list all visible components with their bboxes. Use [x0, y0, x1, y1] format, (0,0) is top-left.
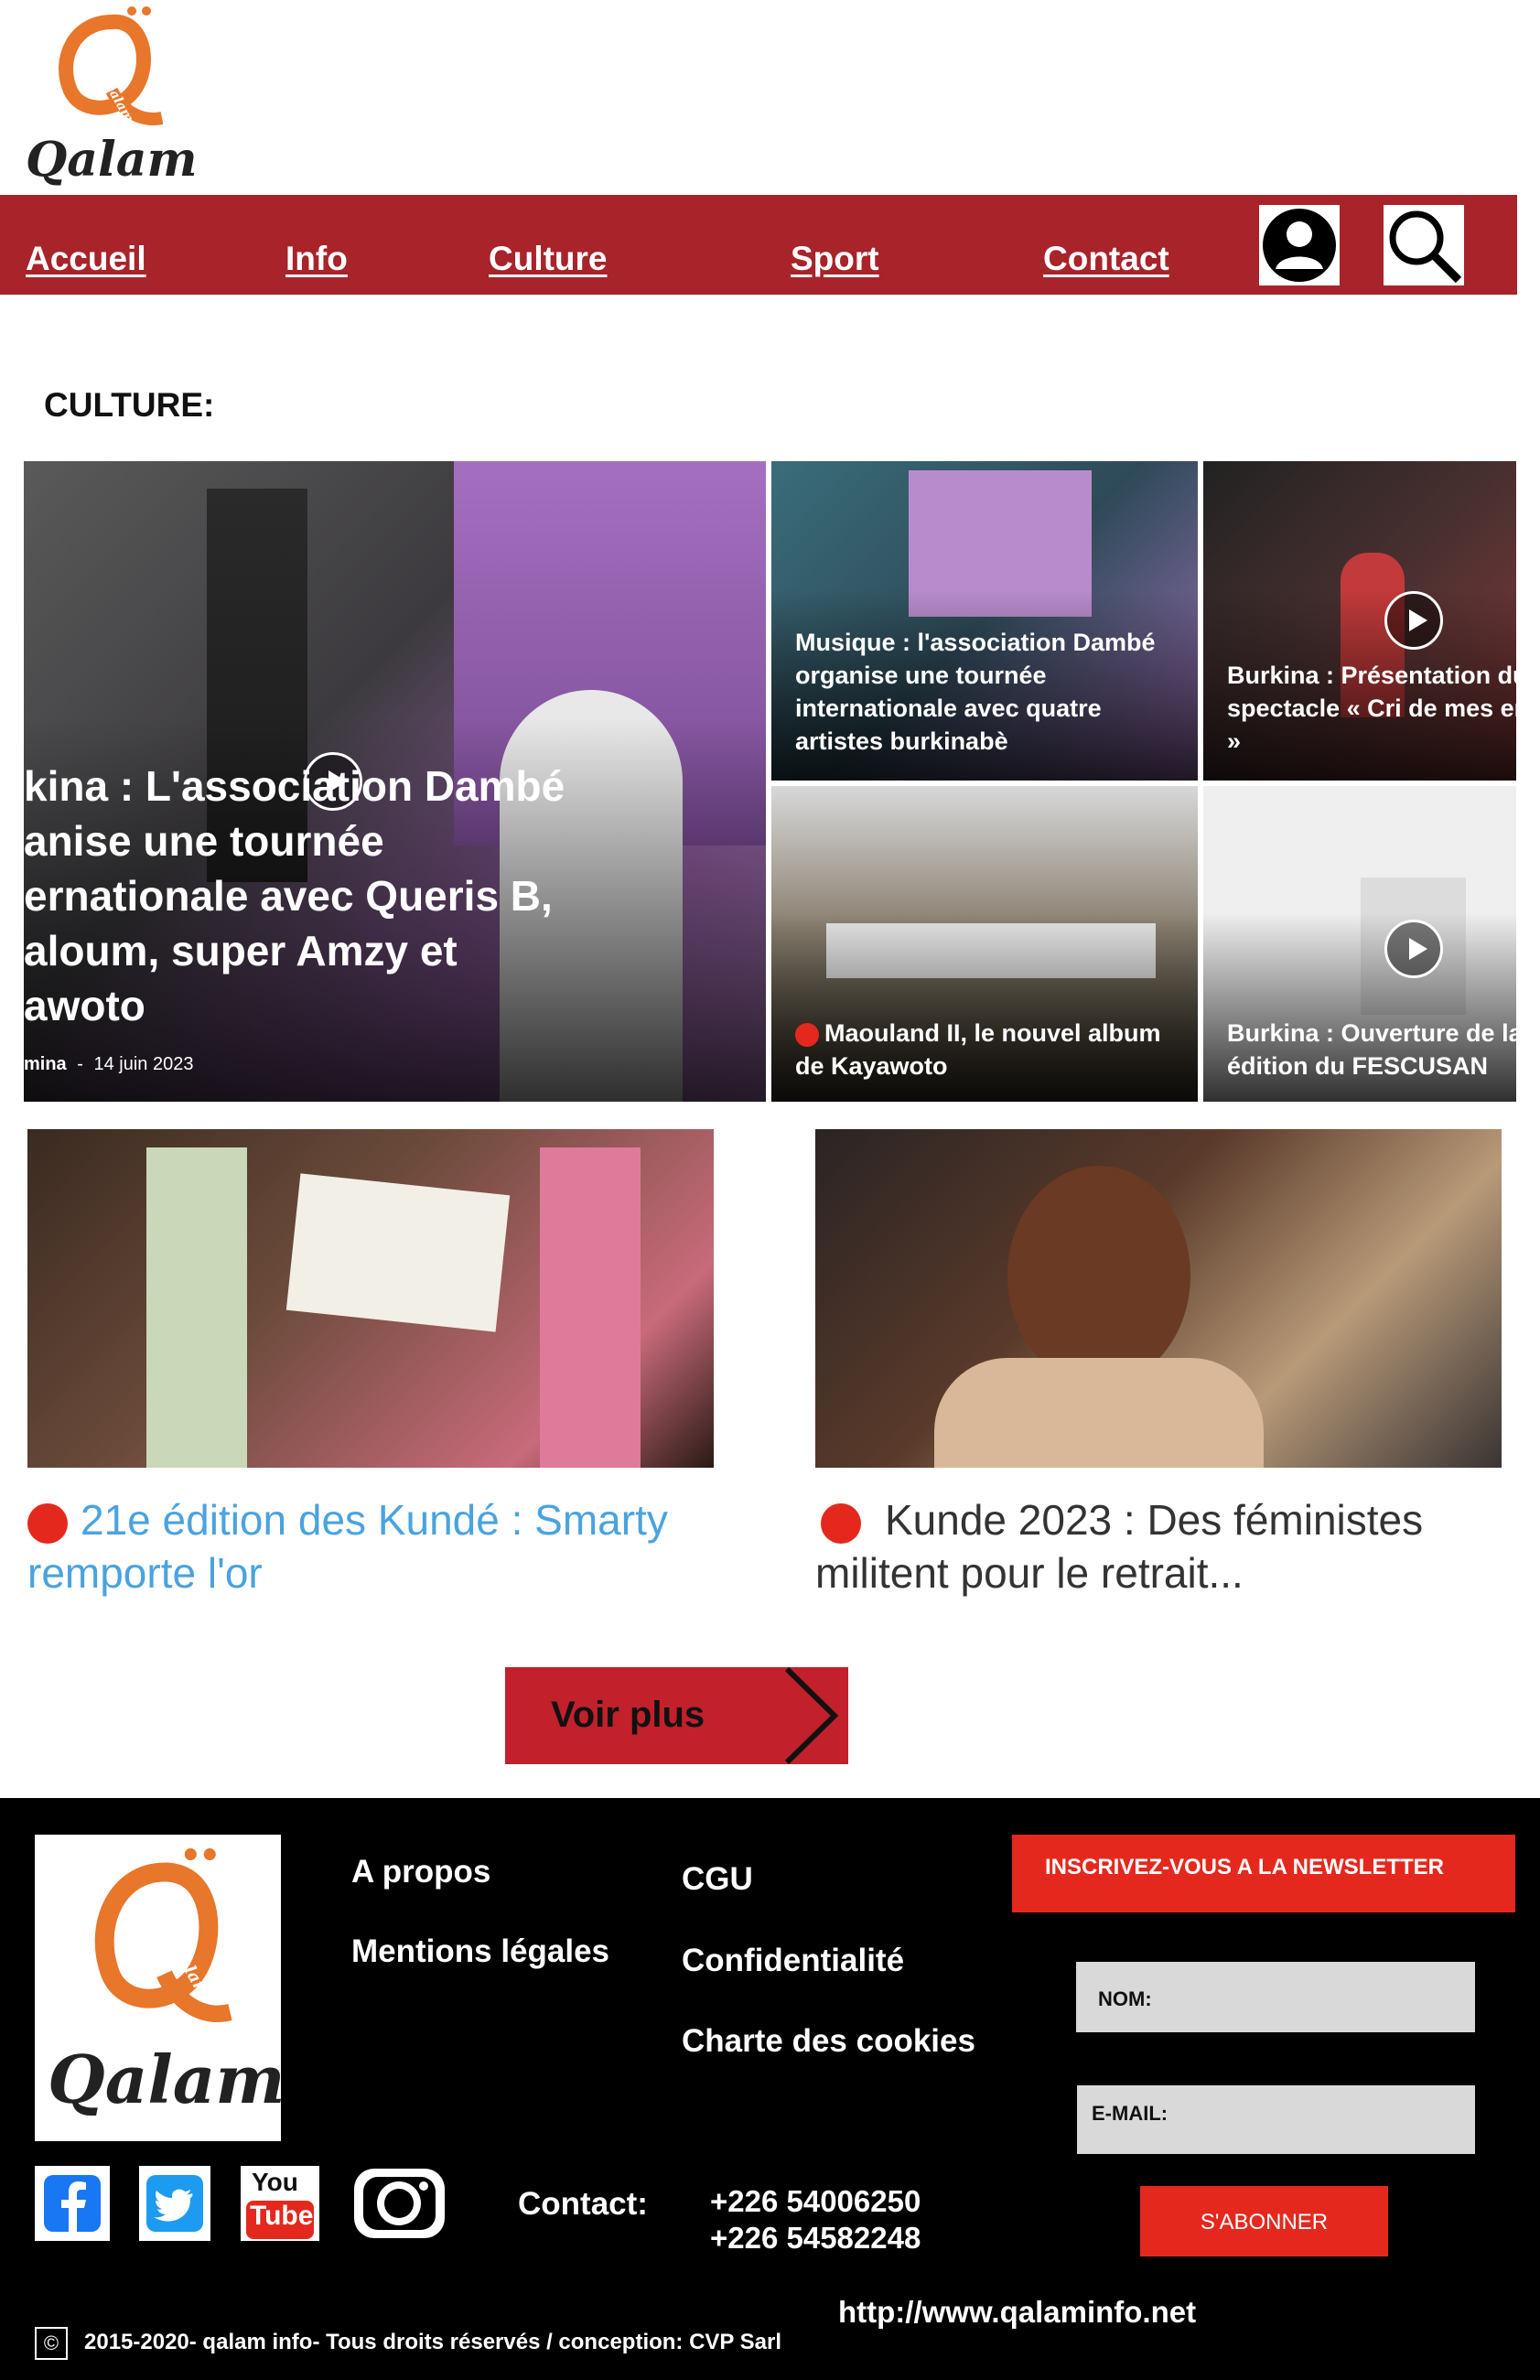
footer-link-confidentialite[interactable]: Confidentialité — [682, 1943, 904, 1979]
nav-item-culture[interactable]: Culture — [489, 240, 608, 278]
social-facebook[interactable] — [35, 2166, 110, 2241]
featured-tile-1-title: Musique : l'association Dambé organise u… — [795, 629, 1156, 755]
subscribe-button[interactable]: S'ABONNER — [1140, 2186, 1388, 2256]
person-image — [146, 1147, 247, 1468]
youtube-text-you: You — [252, 2168, 298, 2196]
article-card-title-1[interactable]: 21e édition des Kundé : Smarty remporte … — [27, 1493, 723, 1599]
name-field-label: NOM: — [1098, 1987, 1152, 2010]
facebook-icon — [44, 2175, 101, 2232]
newsletter-name-field[interactable]: NOM: — [1076, 1962, 1475, 2032]
footer-copyright: 2015-2020- qalam info- Tous droits réser… — [84, 2330, 782, 2354]
featured-tile-2[interactable]: Burkina : Présentation du spectacle « Cr… — [1203, 461, 1516, 781]
article-card-title-2[interactable]: Kunde 2023 : Des féministes militent pou… — [815, 1493, 1511, 1599]
site-logo[interactable]: qalam Qalam — [26, 4, 197, 191]
featured-main-article[interactable]: kina : L'association Dambé anise une tou… — [24, 461, 766, 1102]
featured-tile-4[interactable]: Burkina : Ouverture de la édition du FES… — [1203, 786, 1516, 1102]
instagram-icon — [354, 2169, 445, 2238]
phone-number[interactable]: +226 54006250 — [710, 2183, 921, 2220]
phone-number[interactable]: +226 54582248 — [710, 2220, 921, 2256]
featured-tile-3-title: Maouland II, le nouvel album de Kayawoto — [795, 1019, 1161, 1080]
logo-text: Qalam — [26, 132, 198, 188]
nav-item-sport[interactable]: Sport — [791, 240, 879, 278]
voir-plus-label: Voir plus — [551, 1695, 705, 1735]
logo-q-icon — [94, 1847, 232, 2022]
section-title: CULTURE: — [44, 386, 215, 424]
search-button[interactable] — [1384, 205, 1464, 285]
article-date: 14 juin 2023 — [93, 1054, 194, 1074]
article-card-image-2[interactable] — [815, 1129, 1502, 1468]
nav-item-info[interactable]: Info — [285, 240, 348, 278]
play-icon[interactable] — [1384, 920, 1443, 978]
person-image — [540, 1147, 641, 1468]
youtube-text-tube: Tube — [250, 2201, 314, 2231]
portrait-shirt-image — [934, 1358, 1264, 1468]
play-icon[interactable] — [1384, 591, 1443, 650]
featured-tile-1[interactable]: Musique : l'association Dambé organise u… — [771, 461, 1198, 781]
featured-tile-2-title: Burkina : Présentation du spectacle « Cr… — [1227, 662, 1516, 755]
live-dot-icon — [27, 1502, 68, 1544]
newsletter-heading: INSCRIVEZ-VOUS A LA NEWSLETTER — [1012, 1835, 1515, 1912]
nav-item-contact[interactable]: Contact — [1043, 240, 1169, 278]
newsletter-email-field[interactable]: E-MAIL: — [1077, 2085, 1475, 2154]
meta-separator: - — [77, 1054, 83, 1074]
featured-main-title: kina : L'association Dambé anise une tou… — [24, 762, 565, 1029]
footer-link-a-propos[interactable]: A propos — [351, 1854, 490, 1890]
user-account-button[interactable] — [1259, 205, 1340, 285]
article-author[interactable]: mina — [24, 1054, 67, 1074]
featured-tile-4-title: Burkina : Ouverture de la édition du FES… — [1227, 1019, 1516, 1080]
copyright-icon: © — [35, 2327, 68, 2360]
twitter-icon — [146, 2175, 203, 2232]
footer-phones: +226 54006250 +226 54582248 — [710, 2183, 921, 2256]
social-twitter[interactable] — [139, 2166, 210, 2241]
nav-item-accueil[interactable]: Accueil — [26, 240, 146, 278]
featured-tile-3[interactable]: Maouland II, le nouvel album de Kayawoto — [771, 786, 1198, 1102]
featured-main-meta: mina - 14 juin 2023 — [24, 1054, 193, 1075]
footer-link-charte-cookies[interactable]: Charte des cookies — [682, 2023, 975, 2060]
live-dot-icon — [821, 1502, 861, 1544]
logo-q-icon — [59, 6, 164, 125]
email-field-label: E-MAIL: — [1092, 2102, 1168, 2125]
social-youtube[interactable]: You Tube — [241, 2166, 319, 2241]
footer-link-cgu[interactable]: CGU — [682, 1861, 753, 1898]
footer-logo[interactable]: qalam Qalam — [35, 1835, 285, 2141]
search-icon — [1389, 210, 1462, 284]
article-card-image-1[interactable] — [27, 1129, 714, 1468]
social-instagram[interactable] — [350, 2166, 448, 2241]
live-dot-icon — [795, 1022, 819, 1047]
chevron-right-icon — [784, 1667, 839, 1764]
newsletter-title: INSCRIVEZ-VOUS A LA NEWSLETTER — [1045, 1855, 1445, 1879]
award-banner-image — [285, 1173, 511, 1332]
footer-link-mentions-legales[interactable]: Mentions légales — [351, 1933, 609, 1970]
footer-website-link[interactable]: http://www.qalaminfo.net — [838, 2295, 1196, 2330]
voir-plus-button[interactable]: Voir plus — [505, 1667, 848, 1764]
portrait-face-image — [1007, 1166, 1190, 1385]
subscribe-label: S'ABONNER — [1200, 2210, 1329, 2235]
logo-text: Qalam — [48, 2041, 285, 2118]
user-icon — [1263, 209, 1336, 282]
youtube-icon: You Tube — [246, 2166, 314, 2241]
footer-contact-label: Contact: — [518, 2186, 648, 2222]
